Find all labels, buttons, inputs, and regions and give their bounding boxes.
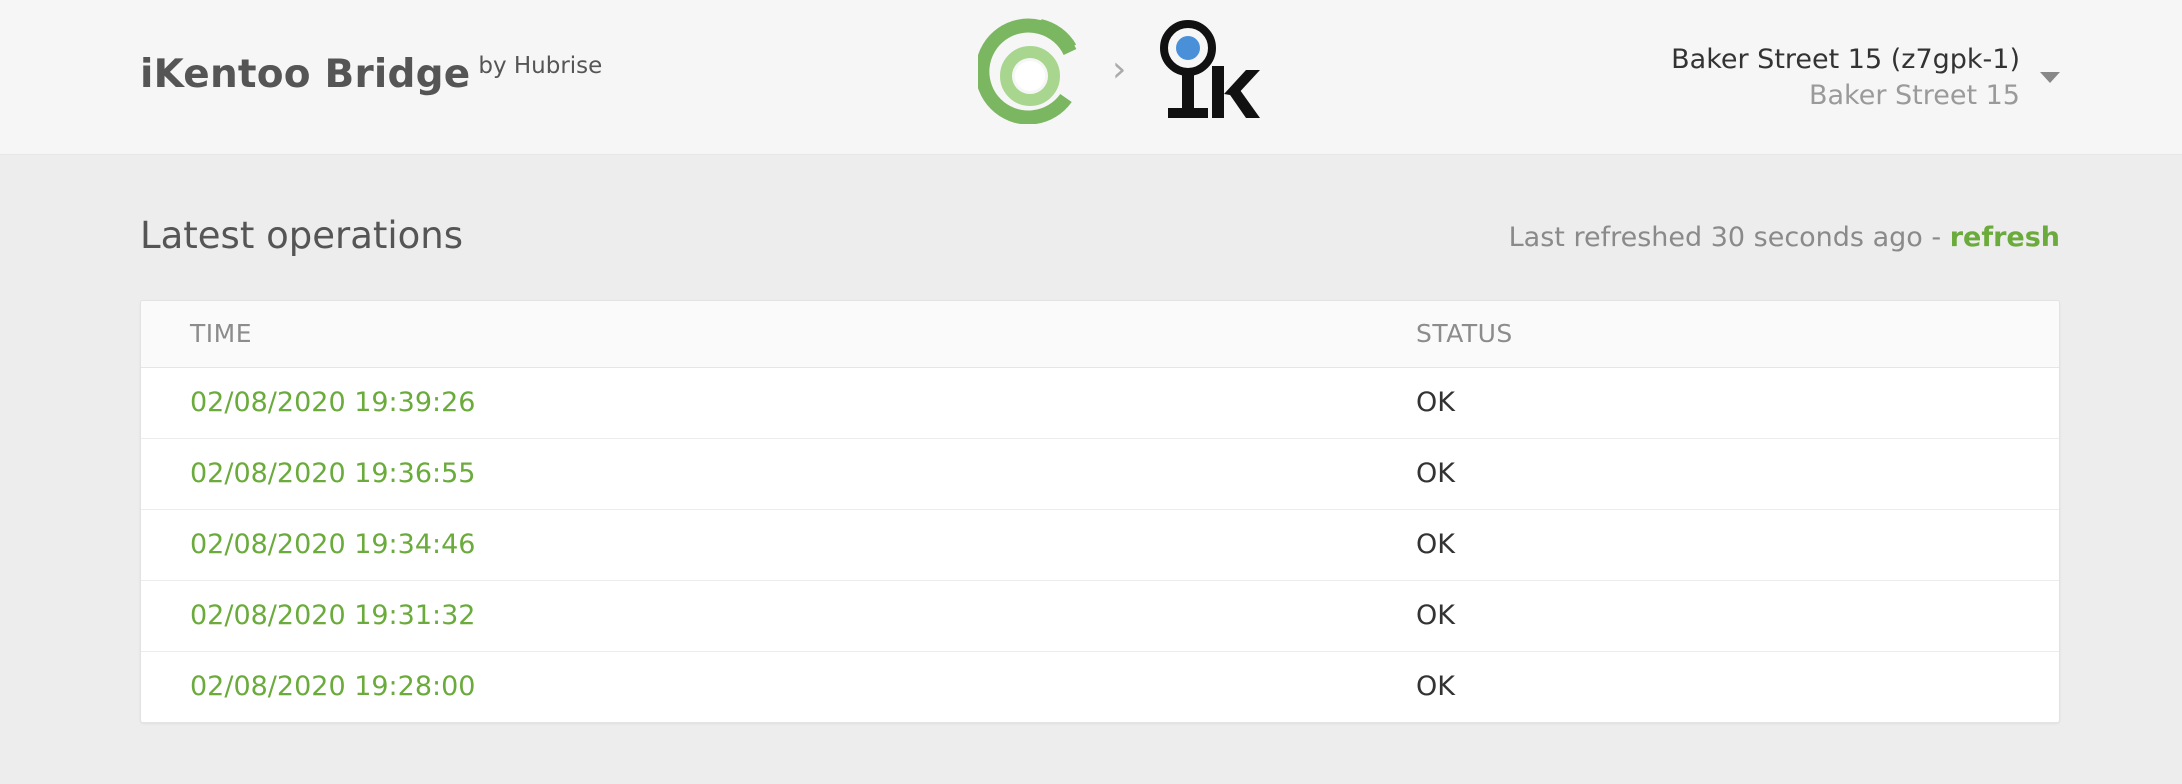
refresh-status: Last refreshed 30 seconds ago - refresh [1509,222,2060,253]
table-row: 02/08/2020 19:39:26 OK [141,368,2059,439]
operation-time-link[interactable]: 02/08/2020 19:28:00 [190,652,475,722]
operation-status: OK [1416,458,1455,489]
operation-time-link[interactable]: 02/08/2020 19:36:55 [190,439,475,509]
operation-status: OK [1416,387,1455,418]
operation-status: OK [1416,600,1455,631]
hubrise-logo-icon [975,18,1078,125]
caret-down-icon[interactable] [2040,72,2060,83]
table-row: 02/08/2020 19:34:46 OK [141,510,2059,581]
table-header: TIME STATUS [141,301,2059,368]
app-header: iKentoo Bridgeby Hubrise › Baker Street [0,0,2182,155]
refresh-status-text: Last refreshed 30 seconds ago - [1508,222,1950,253]
location-subtitle: Baker Street 15 [1808,80,2020,111]
brand-byline: by Hubrise [478,53,603,79]
brand: iKentoo Bridge by Hubrise [140,52,602,97]
chevron-right-icon: › [1112,49,1127,90]
location-selector[interactable]: Baker Street 15 (z7gpk-1) Baker Street 1… [1671,42,2020,114]
table-row: 02/08/2020 19:36:55 OK [141,439,2059,510]
refresh-link[interactable]: refresh [1950,222,2060,253]
column-header-status: STATUS [1416,319,1513,348]
app-title: iKentoo Bridge [140,52,471,97]
table-row: 02/08/2020 19:31:32 OK [141,581,2059,652]
table-row: 02/08/2020 19:28:00 OK [141,652,2059,722]
operation-status: OK [1416,671,1455,702]
column-header-time: TIME [190,319,253,348]
operation-time-link[interactable]: 02/08/2020 19:31:32 [190,581,475,651]
operation-time-link[interactable]: 02/08/2020 19:39:26 [190,368,475,438]
operations-table: TIME STATUS 02/08/2020 19:39:26 OK 02/08… [140,300,2060,723]
page-title: Latest operations [140,214,464,257]
ikentoo-logo-icon [1158,18,1262,124]
location-name: Baker Street 15 (z7gpk-1) [1671,44,2020,75]
operation-status: OK [1416,529,1455,560]
operation-time-link[interactable]: 02/08/2020 19:34:46 [190,510,475,580]
